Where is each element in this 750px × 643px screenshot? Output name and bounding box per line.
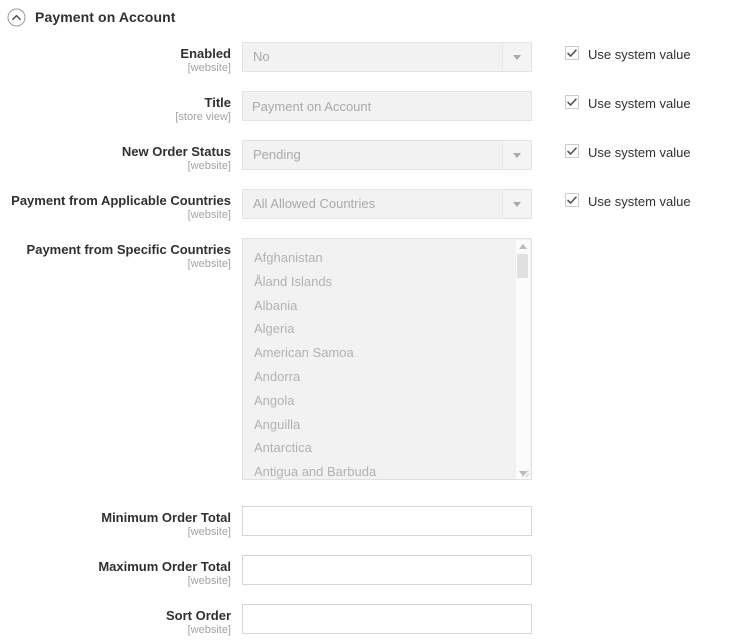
- field-control-maximum-order-total: [242, 555, 534, 585]
- scrollbar-vertical[interactable]: [515, 240, 530, 480]
- country-option[interactable]: Angola: [243, 389, 531, 413]
- label-scope: [website]: [0, 575, 231, 588]
- country-option[interactable]: Åland Islands: [243, 270, 531, 294]
- use-system-value-new-order-status[interactable]: Use system value: [565, 140, 691, 161]
- field-row-sort-order: Sort Order [website]: [0, 604, 750, 637]
- field-control-sort-order: [242, 604, 534, 634]
- field-label-enabled: Enabled [website]: [0, 42, 242, 75]
- field-control-enabled: No: [242, 42, 534, 72]
- label-text: Minimum Order Total: [0, 510, 231, 525]
- field-control-title: [242, 91, 534, 121]
- field-row-maximum-order-total: Maximum Order Total [website]: [0, 555, 750, 588]
- label-scope: [website]: [0, 62, 231, 75]
- label-text: Maximum Order Total: [0, 559, 231, 574]
- chevron-down-icon[interactable]: [502, 43, 531, 71]
- use-system-value-title[interactable]: Use system value: [565, 91, 691, 112]
- label-text: Payment from Applicable Countries: [0, 193, 231, 208]
- field-row-enabled: Enabled [website] No Use system value: [0, 42, 750, 75]
- field-row-minimum-order-total: Minimum Order Total [website]: [0, 506, 750, 539]
- chevron-down-icon[interactable]: [502, 141, 531, 169]
- country-option[interactable]: Algeria: [243, 317, 531, 341]
- field-label-sort-order: Sort Order [website]: [0, 604, 242, 637]
- label-text: Payment from Specific Countries: [0, 242, 231, 257]
- use-system-value-label: Use system value: [588, 194, 691, 209]
- country-option[interactable]: American Samoa: [243, 341, 531, 365]
- field-control-payment-from-applicable-countries: All Allowed Countries: [242, 189, 534, 219]
- field-label-maximum-order-total: Maximum Order Total [website]: [0, 555, 242, 588]
- scrollbar-thumb[interactable]: [517, 254, 528, 278]
- country-option[interactable]: Afghanistan: [243, 246, 531, 270]
- label-text: Sort Order: [0, 608, 231, 623]
- enabled-select-value: No: [243, 43, 270, 71]
- label-text: Enabled: [0, 46, 231, 61]
- country-option-list[interactable]: AfghanistanÅland IslandsAlbaniaAlgeriaAm…: [243, 239, 531, 480]
- chevron-up-circle-icon[interactable]: [7, 8, 26, 27]
- maximum-order-total-input[interactable]: [242, 555, 532, 585]
- new-order-status-select[interactable]: Pending: [242, 140, 532, 170]
- use-system-value-payment-from-applicable-countries[interactable]: Use system value: [565, 189, 691, 210]
- field-control-new-order-status: Pending: [242, 140, 534, 170]
- page-title: Payment on Account: [35, 8, 176, 27]
- country-option[interactable]: Albania: [243, 294, 531, 318]
- applicable-countries-select[interactable]: All Allowed Countries: [242, 189, 532, 219]
- field-row-new-order-status: New Order Status [website] Pending Use s…: [0, 140, 750, 173]
- section-header[interactable]: Payment on Account: [0, 0, 750, 28]
- checkbox-checked-icon[interactable]: [565, 144, 579, 161]
- use-system-value-label: Use system value: [588, 145, 691, 160]
- scroll-up-arrow-icon[interactable]: [516, 240, 530, 253]
- field-label-payment-from-specific-countries: Payment from Specific Countries [website…: [0, 238, 242, 271]
- label-text: Title: [0, 95, 231, 110]
- use-system-value-label: Use system value: [588, 96, 691, 111]
- country-option[interactable]: Anguilla: [243, 413, 531, 437]
- use-system-value-label: Use system value: [588, 47, 691, 62]
- field-label-title: Title [store view]: [0, 91, 242, 124]
- field-row-payment-from-applicable-countries: Payment from Applicable Countries [websi…: [0, 189, 750, 222]
- country-option[interactable]: Antigua and Barbuda: [243, 460, 531, 480]
- new-order-status-select-value: Pending: [243, 141, 301, 169]
- field-label-new-order-status: New Order Status [website]: [0, 140, 242, 173]
- checkbox-checked-icon[interactable]: [565, 95, 579, 112]
- country-option[interactable]: Andorra: [243, 365, 531, 389]
- specific-countries-multiselect[interactable]: AfghanistanÅland IslandsAlbaniaAlgeriaAm…: [242, 238, 532, 480]
- sort-order-input[interactable]: [242, 604, 532, 634]
- label-scope: [website]: [0, 209, 231, 222]
- label-scope: [store view]: [0, 111, 231, 124]
- title-input[interactable]: [242, 91, 532, 121]
- payment-on-account-form: Enabled [website] No Use system value Ti…: [0, 28, 750, 637]
- resize-handle-icon[interactable]: [518, 466, 530, 478]
- field-label-payment-from-applicable-countries: Payment from Applicable Countries [websi…: [0, 189, 242, 222]
- applicable-countries-select-value: All Allowed Countries: [243, 190, 375, 218]
- field-control-minimum-order-total: [242, 506, 534, 536]
- country-option[interactable]: Antarctica: [243, 436, 531, 460]
- label-scope: [website]: [0, 160, 231, 173]
- field-label-minimum-order-total: Minimum Order Total [website]: [0, 506, 242, 539]
- label-scope: [website]: [0, 624, 231, 637]
- chevron-down-icon[interactable]: [502, 190, 531, 218]
- minimum-order-total-input[interactable]: [242, 506, 532, 536]
- label-scope: [website]: [0, 526, 231, 539]
- label-scope: [website]: [0, 258, 231, 271]
- use-system-value-enabled[interactable]: Use system value: [565, 42, 691, 63]
- field-row-title: Title [store view] Use system value: [0, 91, 750, 124]
- label-text: New Order Status: [0, 144, 231, 159]
- field-control-payment-from-specific-countries: AfghanistanÅland IslandsAlbaniaAlgeriaAm…: [242, 238, 534, 480]
- checkbox-checked-icon[interactable]: [565, 46, 579, 63]
- field-row-payment-from-specific-countries: Payment from Specific Countries [website…: [0, 238, 750, 480]
- enabled-select[interactable]: No: [242, 42, 532, 72]
- checkbox-checked-icon[interactable]: [565, 193, 579, 210]
